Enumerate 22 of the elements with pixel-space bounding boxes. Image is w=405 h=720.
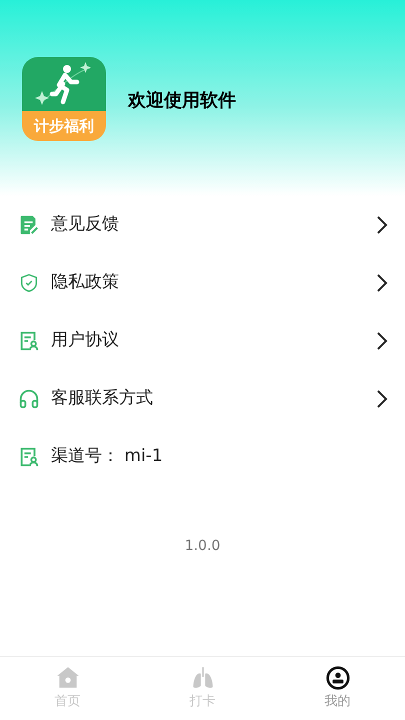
menu-label: 渠道号： mi-1: [51, 445, 164, 468]
chevron-right-icon: [375, 331, 389, 351]
document-user-icon: [18, 330, 40, 352]
version-text: 1.0.0: [184, 537, 220, 556]
menu-label: 客服联系方式: [51, 387, 154, 410]
menu-item[interactable]: 意见反馈: [0, 196, 405, 254]
headset-icon: [18, 388, 40, 410]
chevron-right-icon: [375, 273, 389, 293]
menu-label: 隐私政策: [51, 271, 120, 294]
document-edit-icon: [18, 214, 40, 236]
menu-item[interactable]: 客服联系方式: [0, 370, 405, 428]
user-circle-icon: [324, 665, 350, 692]
shield-check-icon: [18, 272, 40, 294]
welcome-title: 欢迎使用软件: [128, 89, 236, 113]
document-user-icon: [18, 446, 40, 468]
menu-label: 用户协议: [51, 329, 120, 352]
menu-label: 意见反馈: [51, 213, 120, 236]
menu-item[interactable]: 隐私政策: [0, 254, 405, 312]
chevron-right-icon: [375, 389, 389, 409]
menu-item[interactable]: 用户协议: [0, 312, 405, 370]
chevron-right-icon: [375, 215, 389, 235]
logo-text: 计步福利: [34, 118, 94, 134]
